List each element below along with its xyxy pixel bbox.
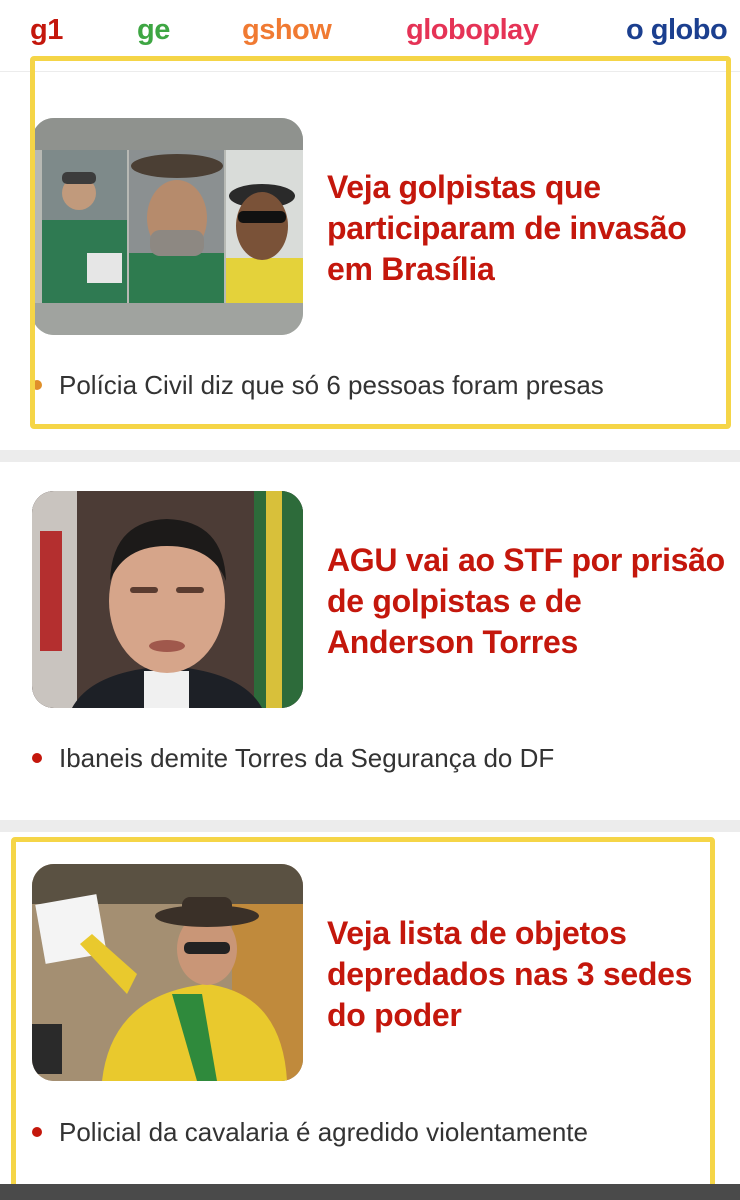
nav-link-gshow[interactable]: gshow	[242, 14, 332, 47]
bullet-icon	[32, 753, 42, 763]
section-divider	[0, 450, 740, 462]
bullet-icon	[32, 1127, 42, 1137]
article-thumbnail[interactable]	[32, 864, 303, 1081]
article-card[interactable]: Veja golpistas que participaram de invas…	[0, 73, 740, 450]
article-card[interactable]: Veja lista de objetos depredados nas 3 s…	[0, 832, 740, 1184]
related-link-text: Policial da cavalaria é agredido violent…	[59, 1117, 588, 1147]
bullet-icon	[32, 380, 42, 390]
section-divider	[0, 820, 740, 832]
article-headline[interactable]: Veja lista de objetos depredados nas 3 s…	[327, 913, 727, 1036]
related-link-text: Ibaneis demite Torres da Segurança do DF	[59, 743, 555, 773]
nav-link-g1[interactable]: g1	[30, 14, 63, 47]
nav-link-ge[interactable]: ge	[137, 14, 170, 47]
bottom-edge-bar	[0, 1184, 740, 1200]
globo-portal-nav: g1 ge gshow globoplay o globo	[0, 0, 740, 72]
related-link-text: Polícia Civil diz que só 6 pessoas foram…	[59, 370, 604, 400]
article-thumbnail[interactable]	[32, 118, 303, 335]
article-headline[interactable]: Veja golpistas que participaram de invas…	[327, 167, 727, 290]
article-headline[interactable]: AGU vai ao STF por prisão de golpistas e…	[327, 540, 727, 663]
nav-link-globoplay[interactable]: globoplay	[406, 14, 539, 47]
nav-link-oglobo[interactable]: o globo	[626, 14, 728, 47]
article-card[interactable]: AGU vai ao STF por prisão de golpistas e…	[0, 462, 740, 820]
article-thumbnail[interactable]	[32, 491, 303, 708]
